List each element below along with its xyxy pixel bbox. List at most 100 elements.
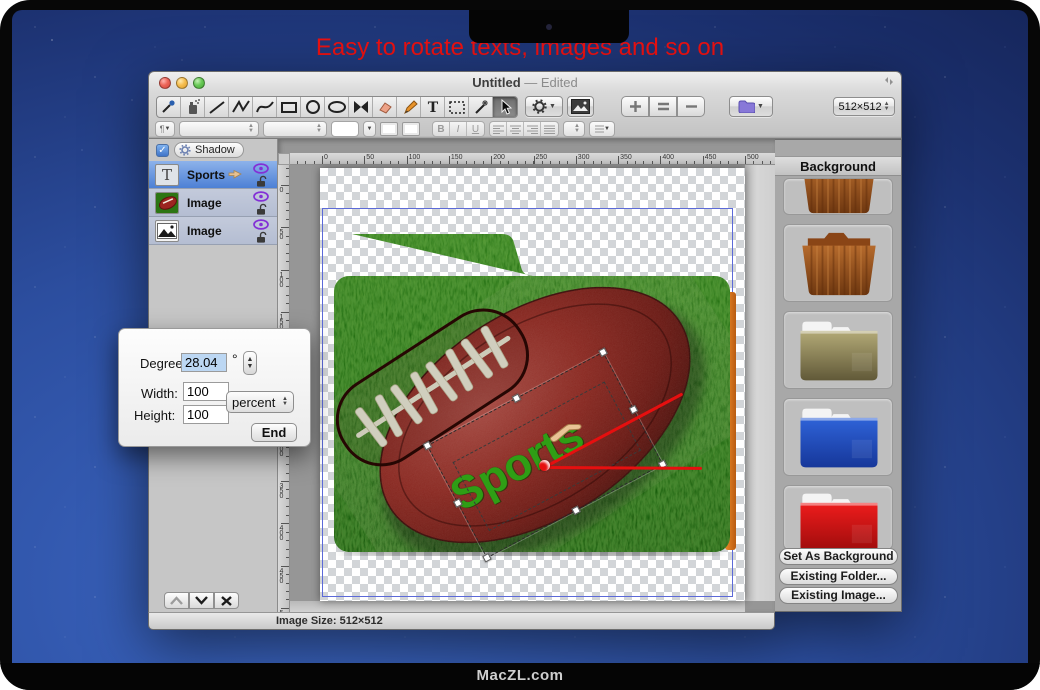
background-drawer: Background [775, 139, 902, 612]
align-right-button[interactable] [524, 122, 541, 136]
unit-select[interactable]: percent▲▼ [226, 391, 294, 413]
tool-pencil[interactable] [397, 97, 421, 117]
layer-row-football-image[interactable]: Image [149, 189, 277, 217]
ruler-label: 100 [409, 154, 421, 161]
align-justify-button[interactable] [541, 122, 558, 136]
blue-folder[interactable] [783, 398, 893, 476]
tool-polyline[interactable] [229, 97, 253, 117]
font-style-select[interactable]: ▲▼ [263, 121, 327, 137]
font-family-select[interactable]: ▲▼ [179, 121, 259, 137]
tool-spray-can[interactable] [181, 97, 205, 117]
tool-ellipse[interactable] [301, 97, 325, 117]
visibility-eye-icon[interactable] [253, 163, 269, 174]
insert-image-button[interactable] [567, 96, 594, 117]
text-color-well[interactable] [380, 122, 398, 136]
layer-row-sports[interactable]: T Sports [149, 161, 277, 189]
zoom-fit-button[interactable] [649, 96, 677, 117]
ruler-tick [286, 236, 289, 237]
set-as-background-button[interactable]: Set As Background [779, 548, 898, 565]
shadow-button[interactable]: Shadow [174, 142, 244, 158]
folder-menu-button[interactable]: ▼ [729, 96, 773, 117]
select-arrows-icon: ▲▼ [282, 397, 288, 407]
degree-stepper[interactable]: ▲▼ [243, 351, 257, 375]
zoom-in-button[interactable] [621, 96, 649, 117]
canvas-size-stepper[interactable]: 512×512 ▲▼ [833, 97, 895, 116]
align-left-button[interactable] [490, 122, 507, 136]
svg-text:T: T [427, 100, 438, 116]
ruler-tick [474, 161, 475, 164]
horizontal-scrollbar-track[interactable] [290, 601, 745, 612]
tool-eraser[interactable] [373, 97, 397, 117]
ruler-tick [286, 176, 289, 177]
tool-oval[interactable] [325, 97, 349, 117]
ruler-tick [576, 156, 577, 164]
degree-field[interactable] [181, 353, 227, 372]
move-layer-down-button[interactable] [189, 592, 214, 609]
tool-shape-bowtie[interactable] [349, 97, 373, 117]
text-style-menu[interactable]: ¶▼ [155, 121, 175, 137]
tool-curve[interactable] [253, 97, 277, 117]
wood-folder-clipped[interactable] [783, 178, 893, 215]
delete-layer-button[interactable] [214, 592, 239, 609]
canvas-size-value: 512×512 [838, 101, 881, 113]
underline-button[interactable]: U [467, 122, 484, 136]
ruler-tick [517, 161, 518, 164]
bold-button[interactable]: B [433, 122, 450, 136]
ruler-tick [281, 185, 289, 186]
tool-magic-wand[interactable] [469, 97, 493, 117]
ruler-tick [643, 161, 644, 164]
visibility-eye-icon[interactable] [253, 219, 269, 230]
background-color-well[interactable] [402, 122, 420, 136]
ruler-tick [286, 286, 289, 287]
end-button[interactable]: End [251, 423, 297, 442]
lock-open-icon[interactable] [256, 175, 267, 187]
tool-select-rect[interactable] [445, 97, 469, 117]
width-field[interactable] [183, 382, 229, 401]
ruler-tick [660, 156, 661, 164]
move-layer-up-button[interactable] [164, 592, 189, 609]
align-center-button[interactable] [507, 122, 524, 136]
ruler-tick [286, 447, 289, 448]
vertical-scrollbar-track[interactable] [745, 165, 775, 601]
lock-open-icon[interactable] [256, 203, 267, 215]
existing-folder-button[interactable]: Existing Folder... [779, 568, 898, 585]
font-size-menu[interactable]: ▼ [363, 121, 376, 137]
existing-image-button[interactable]: Existing Image... [779, 587, 898, 604]
lock-open-icon[interactable] [256, 231, 267, 243]
title-bar[interactable]: Untitled — Edited [149, 72, 901, 93]
olive-folder[interactable] [783, 311, 893, 389]
laptop-chin: MacZL.com [0, 663, 1040, 690]
red-folder[interactable] [783, 485, 893, 550]
ruler-tick [618, 156, 619, 164]
status-bar: Image Size: 512×512 [148, 612, 775, 630]
font-size-field[interactable] [331, 121, 359, 137]
ruler-tick [686, 161, 687, 164]
ruler-label: 50 [278, 229, 285, 239]
tool-arrow-cursor[interactable] [493, 97, 517, 117]
ruler-tick [297, 161, 298, 164]
spacing-stepper[interactable]: ▲▼ [563, 121, 585, 137]
ruler-tick [584, 161, 585, 164]
ruler-tick [286, 498, 289, 499]
selection-handle[interactable] [512, 393, 521, 402]
wood-folder[interactable] [783, 224, 893, 302]
layer-row-generic-image[interactable]: Image [149, 217, 277, 245]
horizontal-ruler: 050100150200250300350400450500 [290, 153, 775, 165]
visibility-eye-icon[interactable] [253, 191, 269, 202]
tool-text[interactable]: T [421, 97, 445, 117]
tool-line[interactable] [205, 97, 229, 117]
gear-menu-button[interactable]: ▼ [525, 96, 563, 117]
tool-rectangle[interactable] [277, 97, 301, 117]
height-field[interactable] [183, 405, 229, 424]
tool-eyedropper[interactable] [157, 97, 181, 117]
rotation-pivot-dot[interactable] [539, 460, 550, 471]
zoom-out-button[interactable] [677, 96, 705, 117]
ruler-tick [330, 161, 331, 164]
italic-button[interactable]: I [450, 122, 467, 136]
ruler-tick [286, 540, 289, 541]
shadow-checkbox[interactable]: ✓ [156, 144, 169, 157]
ruler-label: 450 [278, 568, 285, 583]
resize-icon[interactable] [884, 76, 894, 86]
list-style-menu[interactable]: ▼ [589, 121, 615, 137]
drag-hand-icon [228, 169, 242, 180]
